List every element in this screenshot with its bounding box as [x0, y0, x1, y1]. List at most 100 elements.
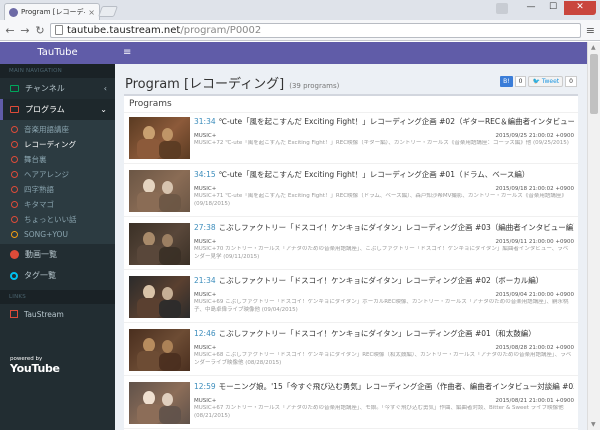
program-channel: MUSIC+ [194, 398, 217, 404]
program-duration: 12:46 [194, 329, 216, 338]
program-row[interactable]: 27:38 こぶしファクトリー「ドスコイ！ケンキョにダイタン」レコーディング企画 … [124, 219, 578, 270]
url-path: /program/P0002 [180, 24, 262, 36]
forward-arrow-icon[interactable]: → [20, 24, 30, 37]
chevron-left-icon: ‹ [103, 84, 107, 93]
sidebar-item-label: プログラム [25, 105, 65, 114]
tv-icon [10, 85, 19, 92]
program-title[interactable]: 12:46 こぶしファクトリー「ドスコイ！ケンキョにダイタン」レコーディング企画 … [194, 328, 574, 339]
sidebar-item-program[interactable]: プログラム ⌄ [0, 99, 115, 120]
circle-icon [11, 231, 18, 238]
program-thumbnail[interactable] [129, 170, 190, 212]
submenu-label: キタマゴ [24, 200, 54, 209]
program-title-text[interactable]: こぶしファクトリー「ドスコイ！ケンキョにダイタン」レコーディング企画 #03（編… [219, 223, 574, 232]
sidebar-item-tags[interactable]: タグ一覧 [0, 265, 115, 286]
bookmark-count: 0 [514, 76, 527, 87]
submenu-item[interactable]: ヘアアレンジ [0, 167, 115, 182]
program-thumbnail[interactable] [129, 276, 190, 318]
circle-icon [11, 156, 18, 163]
scrollbar-thumb[interactable] [590, 54, 598, 114]
link-label: TauStream [24, 309, 64, 319]
maximize-icon[interactable]: ☐ [542, 1, 564, 15]
submenu-item[interactable]: 音楽用語講座 [0, 122, 115, 137]
program-description: MUSIC+69 こぶしファクトリー「ドスコイ！ケンキョにダイタン」ボーカルRE… [194, 299, 569, 313]
main-content: Program [レコーディング] (39 programs) B! 0 🐦 T… [115, 64, 587, 430]
minimize-icon[interactable]: — [520, 1, 542, 15]
program-date: 2015/09/04 21:00:00 +0900 [495, 292, 574, 298]
tag-icon [10, 271, 18, 280]
hamburger-menu-icon[interactable]: ≡ [123, 48, 131, 58]
program-row[interactable]: 12:59 モーニング娘。'15「今すぐ飛び込む勇気」レコーディング企画（作曲者、… [124, 378, 578, 429]
sidebar-item-label: チャンネル [25, 84, 65, 93]
program-title[interactable]: 34:15 ℃-ute「風を起こすんだ Exciting Fight！」レコーディ… [194, 169, 574, 180]
program-channel: MUSIC+ [194, 186, 217, 192]
program-meta: MUSIC+ 2015/09/25 21:00:02 +0900 [194, 133, 574, 139]
browser-tab[interactable]: Program [レコーディング] - × [4, 3, 100, 20]
circle-icon [11, 186, 18, 193]
program-title-text[interactable]: こぶしファクトリー「ドスコイ！ケンキョにダイタン」レコーディング企画 #01（和… [219, 329, 536, 338]
sidebar-item-videos[interactable]: 動画一覧 [0, 244, 115, 265]
program-title[interactable]: 12:59 モーニング娘。'15「今すぐ飛び込む勇気」レコーディング企画（作曲者、… [194, 381, 574, 392]
program-title-text[interactable]: こぶしファクトリー「ドスコイ！ケンキョにダイタン」レコーディング企画 #02（ボ… [219, 276, 544, 285]
program-row[interactable]: 34:15 ℃-ute「風を起こすんだ Exciting Fight！」レコーディ… [124, 166, 578, 217]
program-submenu: 音楽用語講座 レコーディング 舞台裏 ヘアアレンジ 四字熟語 キタマゴ ちょっと… [0, 120, 115, 244]
sidebar: TauTube MAIN NAVIGATION チャンネル ‹ プログラム ⌄ … [0, 42, 115, 430]
reload-icon[interactable]: ↻ [35, 24, 45, 37]
program-thumbnail[interactable] [129, 382, 190, 424]
submenu-item[interactable]: 四字熟語 [0, 182, 115, 197]
program-title[interactable]: 31:34 ℃-ute「風を起こすんだ Exciting Fight！」レコーディ… [194, 116, 574, 127]
close-window-icon[interactable]: ✕ [564, 1, 596, 15]
logo[interactable]: TauTube [0, 42, 115, 64]
share-buttons: B! 0 🐦 Tweet 0 [500, 76, 577, 87]
program-title-text[interactable]: ℃-ute「風を起こすんだ Exciting Fight！」レコーディング企画 … [219, 117, 574, 126]
program-row[interactable]: 31:34 ℃-ute「風を起こすんだ Exciting Fight！」レコーディ… [124, 113, 578, 164]
new-tab-button[interactable] [97, 6, 119, 17]
submenu-item-active[interactable]: レコーディング [0, 137, 115, 152]
program-title-text[interactable]: モーニング娘。'15「今すぐ飛び込む勇気」レコーディング企画（作曲者、編曲者イン… [219, 382, 574, 391]
links-header: LINKS [0, 290, 115, 304]
program-description: MUSIC+67 カントリー・ガールズ「アナタのための音楽用語講座」、モ娘。「今… [194, 405, 564, 419]
hatena-bookmark-button[interactable]: B! [500, 76, 513, 87]
program-row[interactable]: 21:34 こぶしファクトリー「ドスコイ！ケンキョにダイタン」レコーディング企画 … [124, 272, 578, 323]
program-duration: 21:34 [194, 276, 216, 285]
submenu-item[interactable]: 舞台裏 [0, 152, 115, 167]
program-thumbnail[interactable] [129, 117, 190, 159]
youtube-logo: YouTube [10, 362, 60, 375]
program-date: 2015/08/28 21:00:02 +0900 [495, 345, 574, 351]
circle-icon [11, 201, 18, 208]
user-profile-icon[interactable] [496, 3, 508, 14]
program-duration: 34:15 [194, 170, 216, 179]
url-host: tautube.taustream.net [67, 24, 181, 36]
url-input[interactable]: tautube.taustream.net/program/P0002 [50, 22, 581, 38]
scroll-up-icon[interactable]: ▲ [591, 44, 596, 51]
page-header: Program [レコーディング] (39 programs) [125, 73, 339, 92]
submenu-label: 四字熟語 [24, 185, 54, 194]
circle-icon [11, 141, 18, 148]
program-row[interactable]: 12:46 こぶしファクトリー「ドスコイ！ケンキョにダイタン」レコーディング企画 … [124, 325, 578, 376]
program-thumbnail[interactable] [129, 223, 190, 265]
program-channel: MUSIC+ [194, 239, 217, 245]
sidebar-item-channel[interactable]: チャンネル ‹ [0, 78, 115, 99]
program-meta: MUSIC+ 2015/08/28 21:00:02 +0900 [194, 345, 574, 351]
close-tab-icon[interactable]: × [88, 8, 95, 17]
video-list-icon [10, 250, 19, 259]
program-title-text[interactable]: ℃-ute「風を起こすんだ Exciting Fight！」レコーディング企画 … [219, 170, 530, 179]
submenu-label: ヘアアレンジ [24, 170, 69, 179]
tab-title: Program [レコーディング] - [21, 8, 85, 16]
programs-box: Programs 31:34 ℃-ute「風を起こすんだ Exciting Fig… [124, 94, 578, 430]
submenu-item[interactable]: ちょっといい話 [0, 212, 115, 227]
back-arrow-icon[interactable]: ← [5, 24, 15, 37]
program-title[interactable]: 21:34 こぶしファクトリー「ドスコイ！ケンキョにダイタン」レコーディング企画 … [194, 275, 574, 286]
browser-menu-icon[interactable]: ≡ [586, 24, 595, 37]
submenu-item[interactable]: キタマゴ [0, 197, 115, 212]
program-duration: 27:38 [194, 223, 216, 232]
scroll-down-icon[interactable]: ▼ [591, 421, 596, 428]
link-taustream[interactable]: TauStream [0, 304, 115, 324]
submenu-item[interactable]: SONG+YOU [0, 227, 115, 242]
sidebar-item-label: タグ一覧 [24, 271, 56, 280]
submenu-label: 音楽用語講座 [24, 125, 69, 134]
program-title[interactable]: 27:38 こぶしファクトリー「ドスコイ！ケンキョにダイタン」レコーディング企画 … [194, 222, 574, 233]
circle-icon [11, 126, 18, 133]
page-scrollbar[interactable]: ▲ ▼ [587, 42, 600, 430]
tweet-button[interactable]: 🐦 Tweet [528, 76, 564, 87]
program-thumbnail[interactable] [129, 329, 190, 371]
